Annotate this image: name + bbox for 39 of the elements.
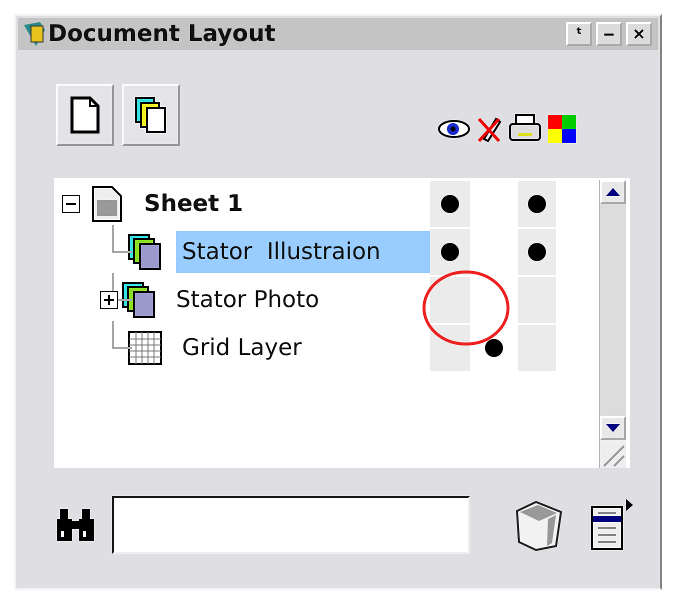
resize-grip	[600, 440, 626, 468]
app-icon	[22, 21, 46, 47]
minimize-button[interactable]: ‒	[596, 22, 622, 46]
up-arrow-icon	[606, 188, 620, 196]
new-page-button[interactable]	[56, 84, 114, 146]
page-icon	[70, 96, 100, 134]
expand-icon[interactable]	[100, 291, 118, 309]
page-icon	[92, 186, 122, 222]
state-cell[interactable]	[430, 229, 470, 275]
state-cell[interactable]	[430, 277, 470, 323]
scroll-up-button[interactable]	[600, 180, 626, 204]
binoculars-icon	[56, 507, 96, 543]
layers-icon	[134, 96, 168, 134]
collapse-icon[interactable]	[62, 195, 80, 213]
scroll-down-button[interactable]	[600, 416, 626, 440]
printer-icon	[508, 114, 542, 144]
menu-icon	[590, 499, 634, 551]
eye-icon	[438, 119, 470, 139]
layer-name[interactable]: Stator Illustraion	[176, 231, 430, 273]
layer-name[interactable]: Stator Photo	[170, 279, 326, 321]
window-title: Document Layout	[48, 21, 276, 47]
no-edit-icon	[476, 115, 502, 143]
down-arrow-icon	[606, 424, 620, 432]
scrollbar[interactable]	[599, 180, 626, 468]
grid-icon	[128, 331, 162, 365]
state-cell[interactable]	[518, 181, 556, 227]
state-cell[interactable]	[430, 325, 470, 371]
layer-name[interactable]: Grid Layer	[176, 327, 308, 369]
layer-name[interactable]: Sheet 1	[138, 183, 250, 225]
layers-icon	[128, 234, 162, 270]
new-layer-button[interactable]	[122, 84, 180, 146]
color-grid-icon	[548, 115, 576, 143]
search-field[interactable]	[112, 496, 470, 554]
state-cell[interactable]	[430, 181, 470, 227]
state-cell[interactable]	[518, 229, 556, 275]
trash-icon	[514, 499, 564, 551]
pin-button[interactable]: ᵗ	[566, 22, 592, 46]
close-button[interactable]: ×	[626, 22, 652, 46]
layers-icon	[122, 282, 156, 318]
